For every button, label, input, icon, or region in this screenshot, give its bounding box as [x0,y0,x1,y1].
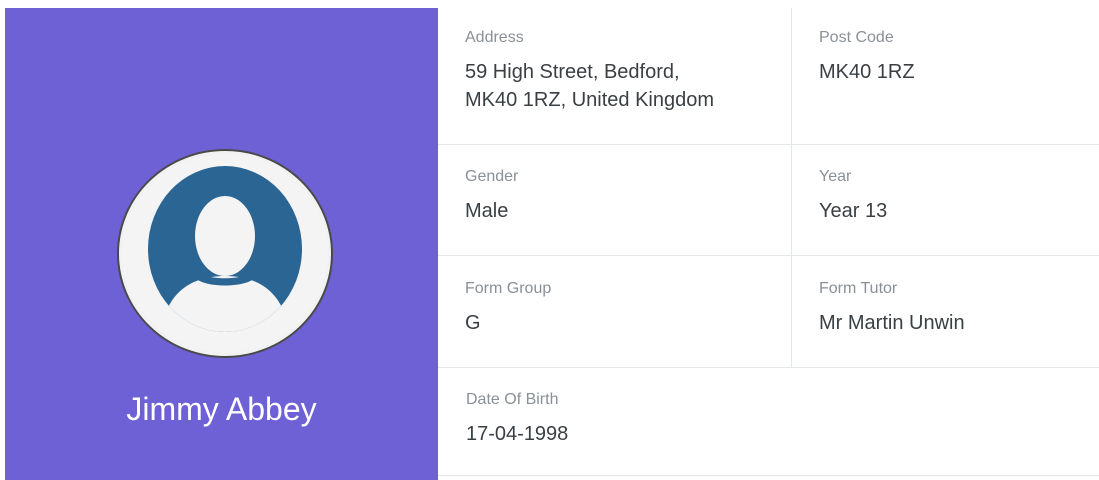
user-avatar-icon [116,148,334,359]
address-label: Address [465,29,524,46]
profile-panel: Jimmy Abbey [5,8,438,480]
form-tutor-value: Mr Martin Unwin [819,312,965,334]
date-of-birth-label: Date Of Birth [466,391,559,408]
student-name: Jimmy Abbey [126,391,317,427]
year-value: Year 13 [819,200,888,222]
row-divider [438,144,1099,145]
address-value: 59 High Street, Bedford, MK40 1RZ, Unite… [465,61,715,111]
gender-value: Male [465,200,509,222]
post-code-label: Post Code [819,29,894,46]
student-profile-card: Jimmy Abbey Address 59 High Street, Bedf… [0,0,1099,480]
post-code-field: Post Code MK40 1RZ [819,28,915,86]
address-field: Address 59 High Street, Bedford, MK40 1R… [465,28,714,114]
form-group-label: Form Group [465,280,552,297]
year-label: Year [819,168,852,185]
form-group-field: Form Group G [465,279,551,337]
row-divider [438,475,1099,476]
row-divider [438,367,1099,368]
year-field: Year Year 13 [819,167,887,225]
post-code-value: MK40 1RZ [819,61,915,83]
date-of-birth-field: Date Of Birth 17-04-1998 [466,390,568,448]
column-divider [791,8,792,367]
date-of-birth-value: 17-04-1998 [466,423,569,445]
form-tutor-label: Form Tutor [819,280,898,297]
gender-field: Gender Male [465,167,518,225]
gender-label: Gender [465,168,519,185]
form-group-value: G [465,312,481,334]
student-details-grid: Address 59 High Street, Bedford, MK40 1R… [438,8,1099,480]
row-divider [438,255,1099,256]
form-tutor-field: Form Tutor Mr Martin Unwin [819,279,965,337]
